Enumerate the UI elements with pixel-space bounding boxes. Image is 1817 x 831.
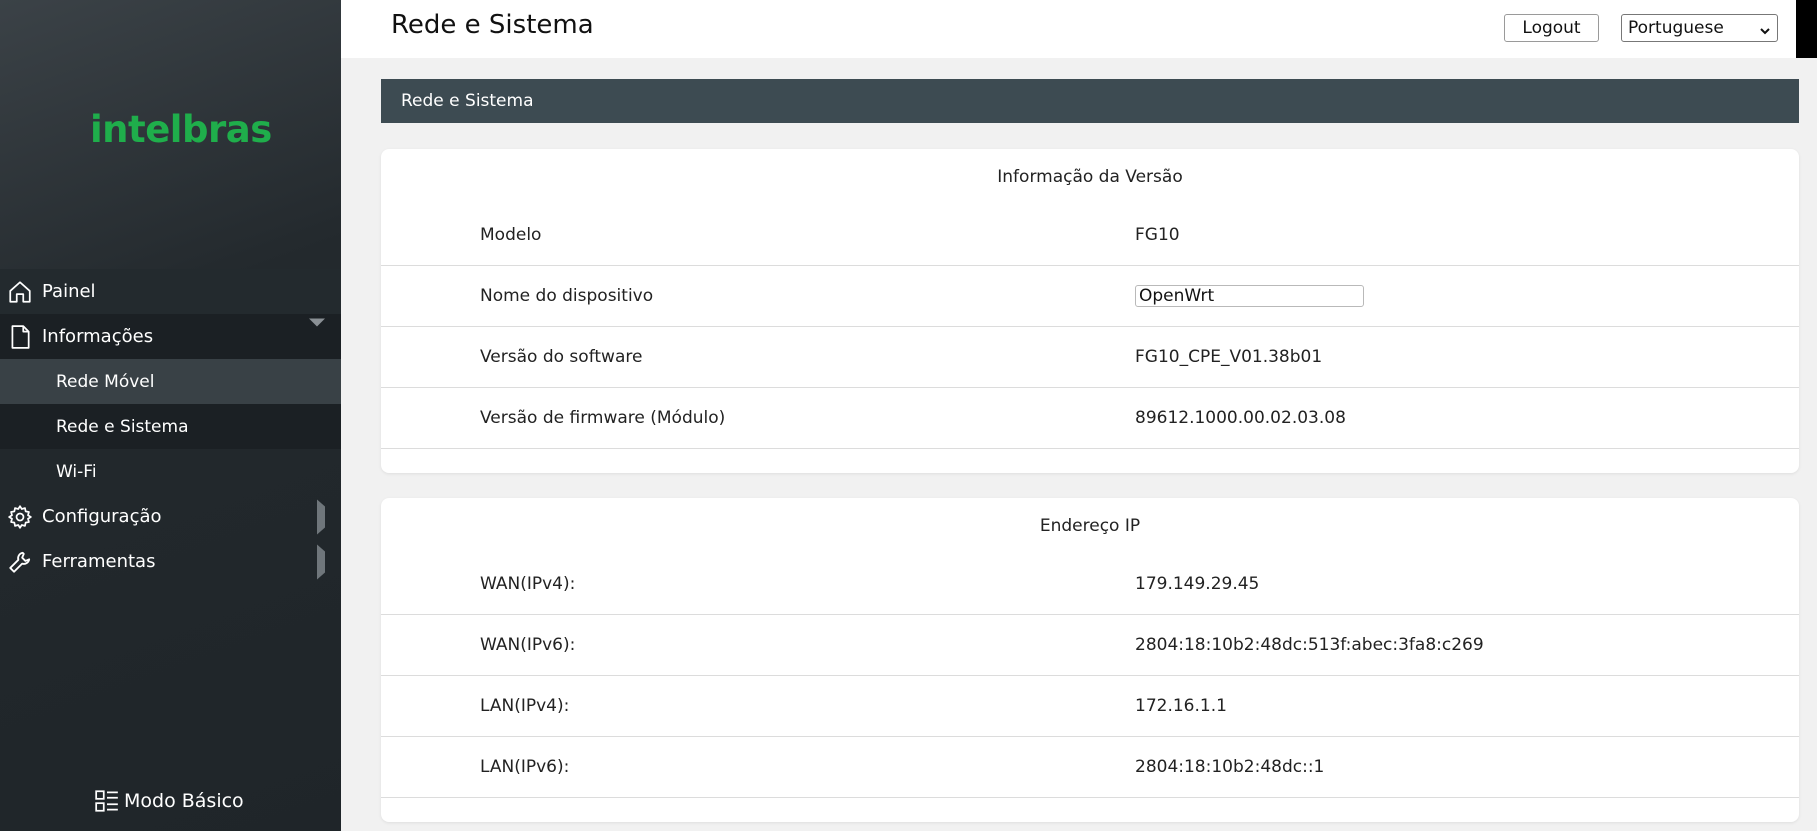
row-value: 2804:18:10b2:48dc::1 (1135, 757, 1325, 777)
list-view-icon (94, 788, 120, 814)
logout-button[interactable]: Logout (1504, 14, 1599, 42)
row-label: Versão do software (480, 347, 643, 367)
intelbras-logo: intelbras (90, 108, 272, 151)
row-value: 179.149.29.45 (1135, 574, 1260, 594)
sidebar-item-rede-e-sistema[interactable]: Rede e Sistema (0, 404, 341, 449)
sidebar-item-rede-movel[interactable]: Rede Móvel (0, 359, 341, 404)
device-name-input[interactable] (1135, 285, 1364, 307)
chevron-right-icon (317, 499, 325, 534)
sidebar-nav: Painel Informações Rede Móvel Rede e Sis… (0, 269, 341, 584)
sidebar-item-informacoes[interactable]: Informações (0, 314, 341, 359)
basic-mode-label: Modo Básico (124, 790, 244, 812)
ip-row-wan-ipv4: WAN(IPv4): 179.149.29.45 (381, 554, 1799, 615)
info-row-software-version: Versão do software FG10_CPE_V01.38b01 (381, 327, 1799, 388)
sidebar-item-wifi[interactable]: Wi-Fi (0, 449, 341, 494)
info-row-firmware-version: Versão de firmware (Módulo) 89612.1000.0… (381, 388, 1799, 449)
row-label: LAN(IPv6): (480, 757, 570, 777)
ip-row-wan-ipv6: WAN(IPv6): 2804:18:10b2:48dc:513f:abec:3… (381, 615, 1799, 676)
chevron-down-icon (1759, 22, 1771, 42)
sidebar-item-configuracao[interactable]: Configuração (0, 494, 341, 539)
sidebar: intelbras Painel Informações Rede Móvel (0, 0, 341, 831)
home-icon (6, 278, 34, 306)
sidebar-item-label: Rede e Sistema (56, 416, 189, 437)
sidebar-item-label: Configuração (42, 506, 162, 527)
row-value: 89612.1000.00.02.03.08 (1135, 408, 1346, 428)
version-info-card: Informação da Versão Modelo FG10 Nome do… (381, 149, 1799, 473)
row-label: Modelo (480, 225, 542, 245)
wrench-icon (6, 548, 34, 576)
row-label: Nome do dispositivo (480, 286, 654, 306)
window-edge (1796, 0, 1817, 58)
card-title: Endereço IP (1039, 516, 1141, 536)
language-select[interactable]: Portuguese (1621, 14, 1778, 42)
sidebar-item-label: Ferramentas (42, 551, 156, 572)
section-header: Rede e Sistema (381, 79, 1799, 123)
gear-icon (6, 503, 34, 531)
card-title: Informação da Versão (997, 167, 1183, 187)
sidebar-item-painel[interactable]: Painel (0, 269, 341, 314)
chevron-right-icon (317, 544, 325, 579)
page-title: Rede e Sistema (391, 10, 594, 40)
document-icon (6, 323, 34, 351)
row-value: 2804:18:10b2:48dc:513f:abec:3fa8:c269 (1135, 635, 1484, 655)
ip-address-card: Endereço IP WAN(IPv4): 179.149.29.45 WAN… (381, 498, 1799, 822)
ip-row-lan-ipv4: LAN(IPv4): 172.16.1.1 (381, 676, 1799, 737)
info-row-model: Modelo FG10 (381, 205, 1799, 266)
chevron-down-icon (309, 318, 325, 347)
sidebar-item-ferramentas[interactable]: Ferramentas (0, 539, 341, 584)
row-label: LAN(IPv4): (480, 696, 570, 716)
sidebar-item-label: Rede Móvel (56, 371, 155, 392)
sidebar-item-label: Informações (42, 326, 154, 347)
row-value: 172.16.1.1 (1135, 696, 1227, 716)
row-value: FG10 (1135, 225, 1180, 245)
row-label: WAN(IPv4): (480, 574, 576, 594)
info-row-device-name: Nome do dispositivo (381, 266, 1799, 327)
ip-row-lan-ipv6: LAN(IPv6): 2804:18:10b2:48dc::1 (381, 737, 1799, 798)
sidebar-item-label: Wi-Fi (56, 461, 97, 482)
top-header: Rede e Sistema Logout Portuguese (341, 0, 1796, 58)
row-label: WAN(IPv6): (480, 635, 576, 655)
row-label: Versão de firmware (Módulo) (480, 408, 726, 428)
sidebar-item-label: Painel (42, 281, 96, 302)
row-value: FG10_CPE_V01.38b01 (1135, 347, 1323, 367)
language-select-value: Portuguese (1628, 18, 1724, 38)
basic-mode-button[interactable]: Modo Básico (94, 788, 244, 814)
